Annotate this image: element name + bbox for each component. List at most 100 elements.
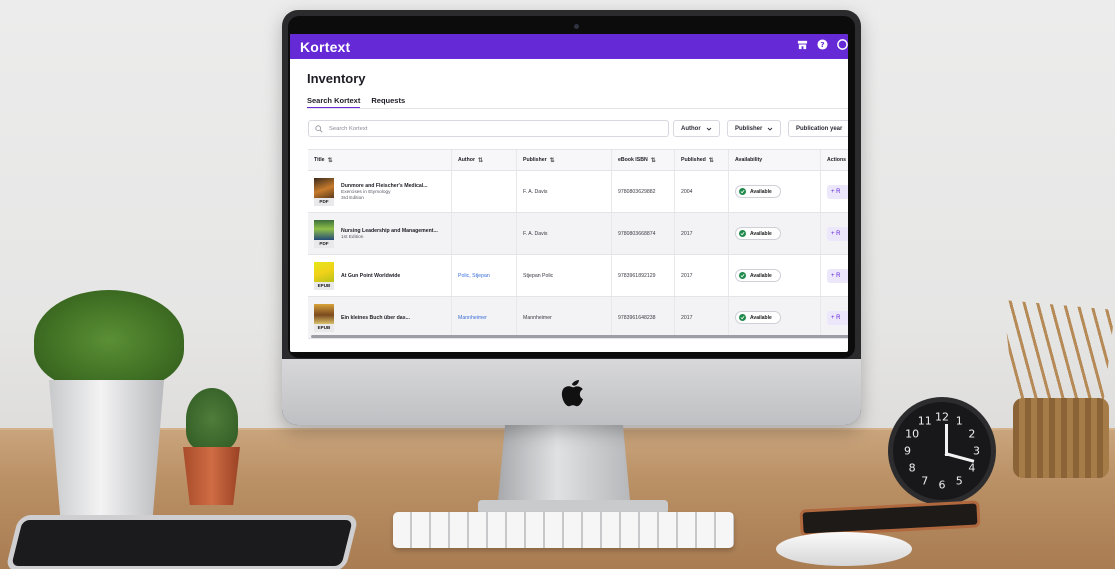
help-icon[interactable]: ?	[817, 39, 828, 50]
title-cell: EPUB At Gun Point Worldwide	[308, 255, 452, 296]
clock-numeral: 10	[905, 427, 920, 441]
book-subtitle: Exercises in Etymology	[341, 189, 391, 195]
sort-icon[interactable]: ⇅	[328, 157, 333, 164]
sort-icon[interactable]: ⇅	[550, 157, 555, 164]
clock-numeral: 11	[917, 414, 932, 428]
book-title[interactable]: At Gun Point Worldwide	[341, 273, 400, 279]
column-header-label: Published	[681, 157, 706, 163]
actions-cell: + R	[821, 297, 848, 338]
status-label: Available	[750, 230, 772, 237]
column-header-label: Title	[314, 157, 325, 163]
isbn-cell: 9783961648238	[612, 297, 675, 338]
publisher-cell: Stjepan Polic	[517, 255, 612, 296]
book-text: Dunmore and Fleischer's Medical... Exerc…	[341, 183, 428, 201]
pencils-illustration	[1003, 300, 1115, 400]
column-header-label: Author	[458, 157, 475, 163]
book-cover: PDF	[314, 219, 334, 248]
column-header-published[interactable]: Published ⇅	[675, 150, 729, 170]
camera-icon	[574, 24, 579, 29]
search-input[interactable]	[329, 125, 629, 132]
author-link[interactable]: Polic, Stjepan	[458, 273, 490, 279]
author-cell	[452, 171, 517, 212]
author-cell: Mannheimer	[452, 297, 517, 338]
column-header-title[interactable]: Title ⇅	[308, 150, 452, 170]
published-cell: 2017	[675, 213, 729, 254]
clock-numeral: 12	[935, 410, 949, 424]
request-button[interactable]: + R	[827, 226, 848, 241]
request-button[interactable]: + R	[827, 310, 848, 325]
table-row[interactable]: PDF Nursing Leadership and Management...…	[308, 213, 848, 255]
status-badge: Available	[735, 185, 781, 198]
author-filter-button[interactable]: Author	[673, 120, 720, 137]
isbn-cell: 9783961892129	[612, 255, 675, 296]
book-entry[interactable]: PDF Nursing Leadership and Management...…	[314, 219, 438, 248]
sort-icon[interactable]: ⇅	[709, 157, 714, 164]
column-header-label: Availability	[735, 157, 763, 163]
book-text: Nursing Leadership and Management... 1st…	[341, 228, 438, 240]
check-icon	[739, 188, 746, 195]
svg-text:?: ?	[820, 40, 824, 49]
format-badge: PDF	[314, 197, 334, 206]
request-button[interactable]: + R	[827, 268, 848, 283]
book-title[interactable]: Nursing Leadership and Management...	[341, 228, 438, 234]
table-row[interactable]: EPUB Ein kleines Buch über das... Mannhe…	[308, 297, 848, 339]
clock-numeral: 8	[908, 461, 916, 475]
book-text: Ein kleines Buch über das...	[341, 315, 410, 321]
desk-clock: 10 11 12 1 2 3 4 5 6 7 8 9	[888, 397, 996, 505]
request-button[interactable]: + R	[827, 184, 848, 199]
store-icon[interactable]	[797, 39, 808, 50]
title-cell: EPUB Ein kleines Buch über das...	[308, 297, 452, 338]
column-header-publisher[interactable]: Publisher ⇅	[517, 150, 612, 170]
clock-numeral: 1	[955, 414, 963, 428]
clock-numeral: 9	[904, 444, 912, 458]
apple-logo-icon	[561, 380, 583, 407]
horizontal-scrollbar[interactable]	[311, 335, 848, 338]
publisher-cell: F. A. Davis	[517, 171, 612, 212]
publication-year-filter-button[interactable]: Publication year	[788, 120, 848, 137]
cover-art	[314, 177, 334, 198]
top-navigation-bar: Kortext ?	[290, 34, 848, 59]
isbn-cell: 9780803668874	[612, 213, 675, 254]
search-box[interactable]	[308, 120, 669, 137]
book-title[interactable]: Ein kleines Buch über das...	[341, 315, 410, 321]
app-screen: Kortext ? Inventory Search Kortext Reque…	[290, 34, 848, 352]
availability-cell: Available	[729, 171, 821, 212]
clock-numeral: 5	[955, 474, 963, 488]
column-header-label: eBook ISBN	[618, 157, 648, 163]
author-link[interactable]: Mannheimer	[458, 315, 487, 321]
format-badge: EPUB	[314, 281, 334, 290]
column-header-author[interactable]: Author ⇅	[452, 150, 517, 170]
book-text: At Gun Point Worldwide	[341, 273, 400, 279]
plant-illustration	[34, 290, 184, 390]
keyboard	[393, 512, 734, 548]
availability-cell: Available	[729, 297, 821, 338]
sort-icon[interactable]: ⇅	[478, 157, 483, 164]
table-row[interactable]: EPUB At Gun Point Worldwide Polic, Stjep…	[308, 255, 848, 297]
publisher-filter-label: Publisher	[735, 125, 763, 132]
format-badge: PDF	[314, 239, 334, 248]
book-entry[interactable]: EPUB At Gun Point Worldwide	[314, 261, 400, 290]
availability-cell: Available	[729, 213, 821, 254]
cover-art	[314, 261, 334, 282]
cover-art	[314, 303, 334, 324]
status-badge: Available	[735, 269, 781, 282]
book-entry[interactable]: EPUB Ein kleines Buch über das...	[314, 303, 410, 332]
book-entry[interactable]: PDF Dunmore and Fleischer's Medical... E…	[314, 177, 428, 206]
account-icon[interactable]	[837, 39, 848, 50]
sort-icon[interactable]: ⇅	[651, 157, 656, 164]
cactus-illustration	[186, 388, 238, 450]
actions-cell: + R	[821, 255, 848, 296]
book-cover: EPUB	[314, 303, 334, 332]
column-header-actions: Actions	[821, 150, 848, 170]
check-icon	[739, 272, 746, 279]
inventory-table: Title ⇅ Author ⇅ Publisher ⇅ eBook ISBN ⇅ Pu…	[308, 149, 848, 339]
table-row[interactable]: PDF Dunmore and Fleischer's Medical... E…	[308, 171, 848, 213]
column-header-isbn[interactable]: eBook ISBN ⇅	[612, 150, 675, 170]
publisher-filter-button[interactable]: Publisher	[727, 120, 782, 137]
kortext-logo[interactable]: Kortext	[300, 39, 350, 55]
book-title[interactable]: Dunmore and Fleischer's Medical...	[341, 183, 428, 189]
author-cell: Polic, Stjepan	[452, 255, 517, 296]
status-label: Available	[750, 188, 772, 195]
published-cell: 2017	[675, 297, 729, 338]
actions-cell: + R	[821, 171, 848, 212]
